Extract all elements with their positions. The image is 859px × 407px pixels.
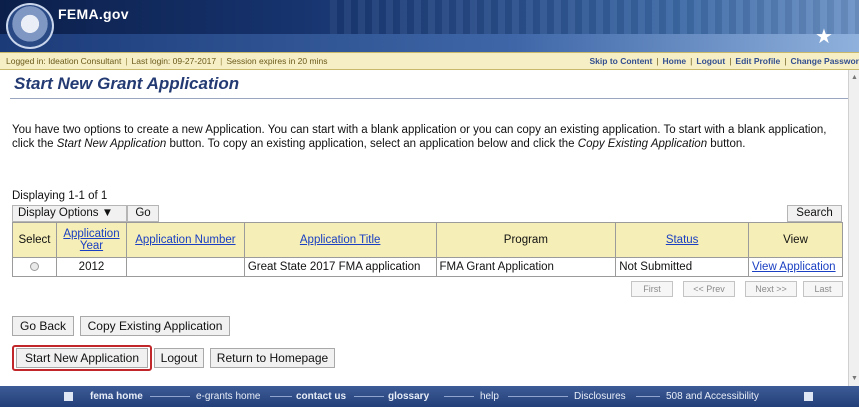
title-cell: Great State 2017 FMA application — [243, 257, 437, 277]
copy-existing-application-button[interactable]: Copy Existing Application — [80, 316, 230, 336]
view-cell: View Application — [748, 257, 843, 277]
start-new-application-button[interactable]: Start New Application — [16, 348, 148, 368]
page-title: Start New Grant Application — [14, 74, 240, 93]
table-header-row: Select Application Year Application Numb… — [12, 222, 843, 258]
col-application-title[interactable]: Application Title — [243, 222, 437, 258]
footer-divider — [270, 396, 292, 397]
title-divider — [10, 98, 848, 99]
header-banner: FEMA.gov ★ — [0, 0, 859, 52]
scroll-down-icon[interactable]: ▼ — [851, 375, 858, 382]
go-back-button[interactable]: Go Back — [12, 316, 74, 336]
intro-emphasis: Copy Existing Application — [577, 138, 708, 150]
edit-profile-link[interactable]: Edit Profile — [735, 56, 780, 66]
logout-link[interactable]: Logout — [696, 56, 725, 66]
sort-title-link[interactable]: Application Title — [300, 234, 381, 246]
footer-divider — [354, 396, 384, 397]
footer-divider — [150, 396, 190, 397]
footer-disclosures-link[interactable]: Disclosures — [574, 386, 626, 407]
site-brand[interactable]: FEMA.gov — [58, 6, 129, 22]
number-cell — [125, 257, 245, 277]
pager-prev-button[interactable]: << Prev — [683, 281, 735, 297]
footer-egrants-home-link[interactable]: e-grants home — [196, 386, 260, 407]
banner-stripe — [0, 34, 859, 52]
select-cell — [12, 257, 57, 277]
year-cell: 2012 — [55, 257, 127, 277]
intro-part: button. — [707, 138, 746, 150]
table-row: 2012 Great State 2017 FMA application FM… — [12, 257, 843, 277]
skip-to-content-link[interactable]: Skip to Content — [590, 56, 653, 66]
footer-divider — [636, 396, 660, 397]
view-application-link[interactable]: View Application — [752, 261, 836, 273]
return-to-homepage-button[interactable]: Return to Homepage — [210, 348, 335, 368]
dhs-seal-icon — [6, 3, 54, 49]
scroll-up-icon[interactable]: ▲ — [851, 74, 858, 81]
footer-glossary-link[interactable]: glossary — [388, 386, 429, 407]
col-application-year[interactable]: Application Year — [55, 222, 127, 258]
intro-emphasis: Start New Application — [56, 138, 167, 150]
logout-button[interactable]: Logout — [154, 348, 204, 368]
separator: | — [729, 56, 732, 66]
star-icon: ★ — [815, 26, 833, 48]
separator: | — [656, 56, 659, 66]
session-info-bar: Logged in: Ideation Consultant | Last logi… — [0, 52, 859, 70]
select-radio[interactable] — [29, 262, 39, 272]
footer-nav: fema home e-grants home contact us gloss… — [0, 386, 859, 407]
sort-year-link[interactable]: Application Year — [63, 228, 119, 252]
intro-text: You have two options to create a new App… — [12, 123, 838, 151]
separator: | — [784, 56, 787, 66]
pager-last-button[interactable]: Last — [803, 281, 843, 297]
col-program: Program — [435, 222, 617, 258]
footer-divider — [508, 396, 568, 397]
display-options-select[interactable]: Display Options ▼ — [12, 205, 127, 222]
status-cell: Not Submitted — [615, 257, 750, 277]
footer-508-accessibility-link[interactable]: 508 and Accessibility — [666, 386, 759, 407]
session-expiry-text: Session expires in 20 mins — [226, 56, 328, 66]
pager-first-button[interactable]: First — [631, 281, 673, 297]
col-select: Select — [12, 222, 57, 258]
go-button[interactable]: Go — [127, 205, 159, 222]
separator: | — [220, 56, 223, 66]
col-application-number[interactable]: Application Number — [125, 222, 245, 258]
footer-fema-home-link[interactable]: fema home — [90, 386, 143, 407]
change-password-link[interactable]: Change Passwor — [791, 56, 859, 66]
sort-status-link[interactable]: Status — [666, 234, 699, 246]
separator: | — [690, 56, 693, 66]
col-view: View — [748, 222, 843, 258]
separator: | — [125, 56, 128, 66]
pager-next-button[interactable]: Next >> — [745, 281, 797, 297]
vertical-scrollbar[interactable]: ▲ ▼ — [848, 70, 859, 386]
intro-part: button. To copy an existing application,… — [166, 138, 578, 150]
home-link[interactable]: Home — [663, 56, 687, 66]
footer-help-link[interactable]: help — [480, 386, 499, 407]
last-login-text: Last login: 09-27-2017 — [131, 56, 217, 66]
banner-texture — [330, 0, 859, 34]
results-count: Displaying 1-1 of 1 — [12, 190, 108, 202]
col-status[interactable]: Status — [615, 222, 750, 258]
footer-contact-us-link[interactable]: contact us — [296, 386, 346, 407]
sort-number-link[interactable]: Application Number — [135, 234, 235, 246]
footer-square-icon — [64, 392, 73, 401]
logged-in-text: Logged in: Ideation Consultant — [6, 56, 122, 66]
search-button[interactable]: Search — [787, 205, 842, 222]
footer-square-icon — [804, 392, 813, 401]
footer-divider — [444, 396, 474, 397]
utility-links: Skip to Content | Home | Logout | Edit Profile… — [590, 53, 859, 69]
program-cell: FMA Grant Application — [435, 257, 617, 277]
session-info: Logged in: Ideation Consultant | Last logi… — [6, 53, 327, 69]
applications-table: Select Application Year Application Numb… — [12, 222, 843, 277]
